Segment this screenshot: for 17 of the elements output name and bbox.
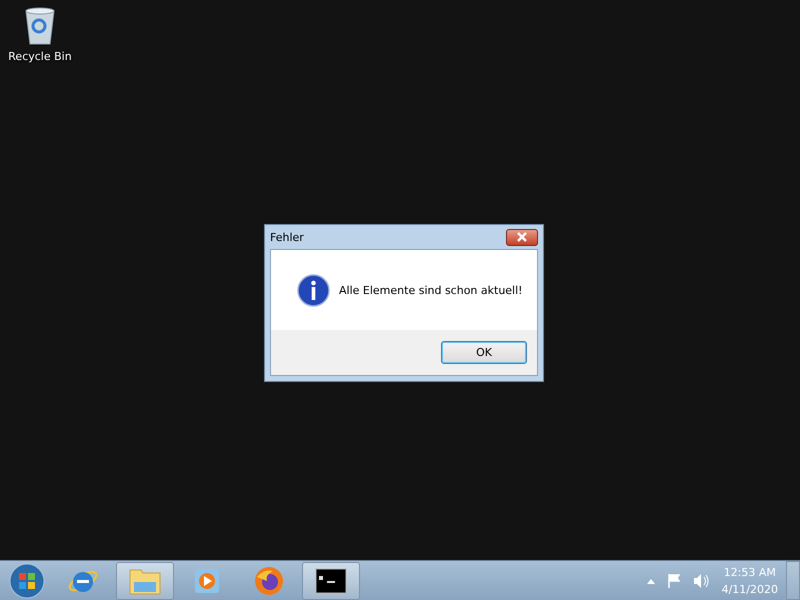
clock-time: 12:53 AM <box>724 564 776 580</box>
show-hidden-icons-icon[interactable] <box>646 578 656 584</box>
info-icon <box>297 274 330 306</box>
show-desktop-button[interactable] <box>786 561 800 600</box>
taskbar-button[interactable] <box>302 562 360 600</box>
ok-button[interactable]: OK <box>441 341 527 364</box>
terminal-icon <box>315 568 347 594</box>
flag-icon[interactable] <box>666 572 682 588</box>
dialog-message: Alle Elemente sind schon aktuell! <box>339 284 523 296</box>
close-button[interactable] <box>506 228 538 246</box>
close-icon <box>516 232 528 242</box>
desktop-icon-label[interactable]: Recycle Bin <box>8 50 72 63</box>
windows-logo-icon <box>9 562 45 598</box>
dialog-title: Fehler <box>270 230 304 244</box>
trash-bin-icon[interactable] <box>23 6 57 46</box>
speaker-icon[interactable] <box>692 572 710 588</box>
clock-date: 4/11/2020 <box>722 582 778 598</box>
